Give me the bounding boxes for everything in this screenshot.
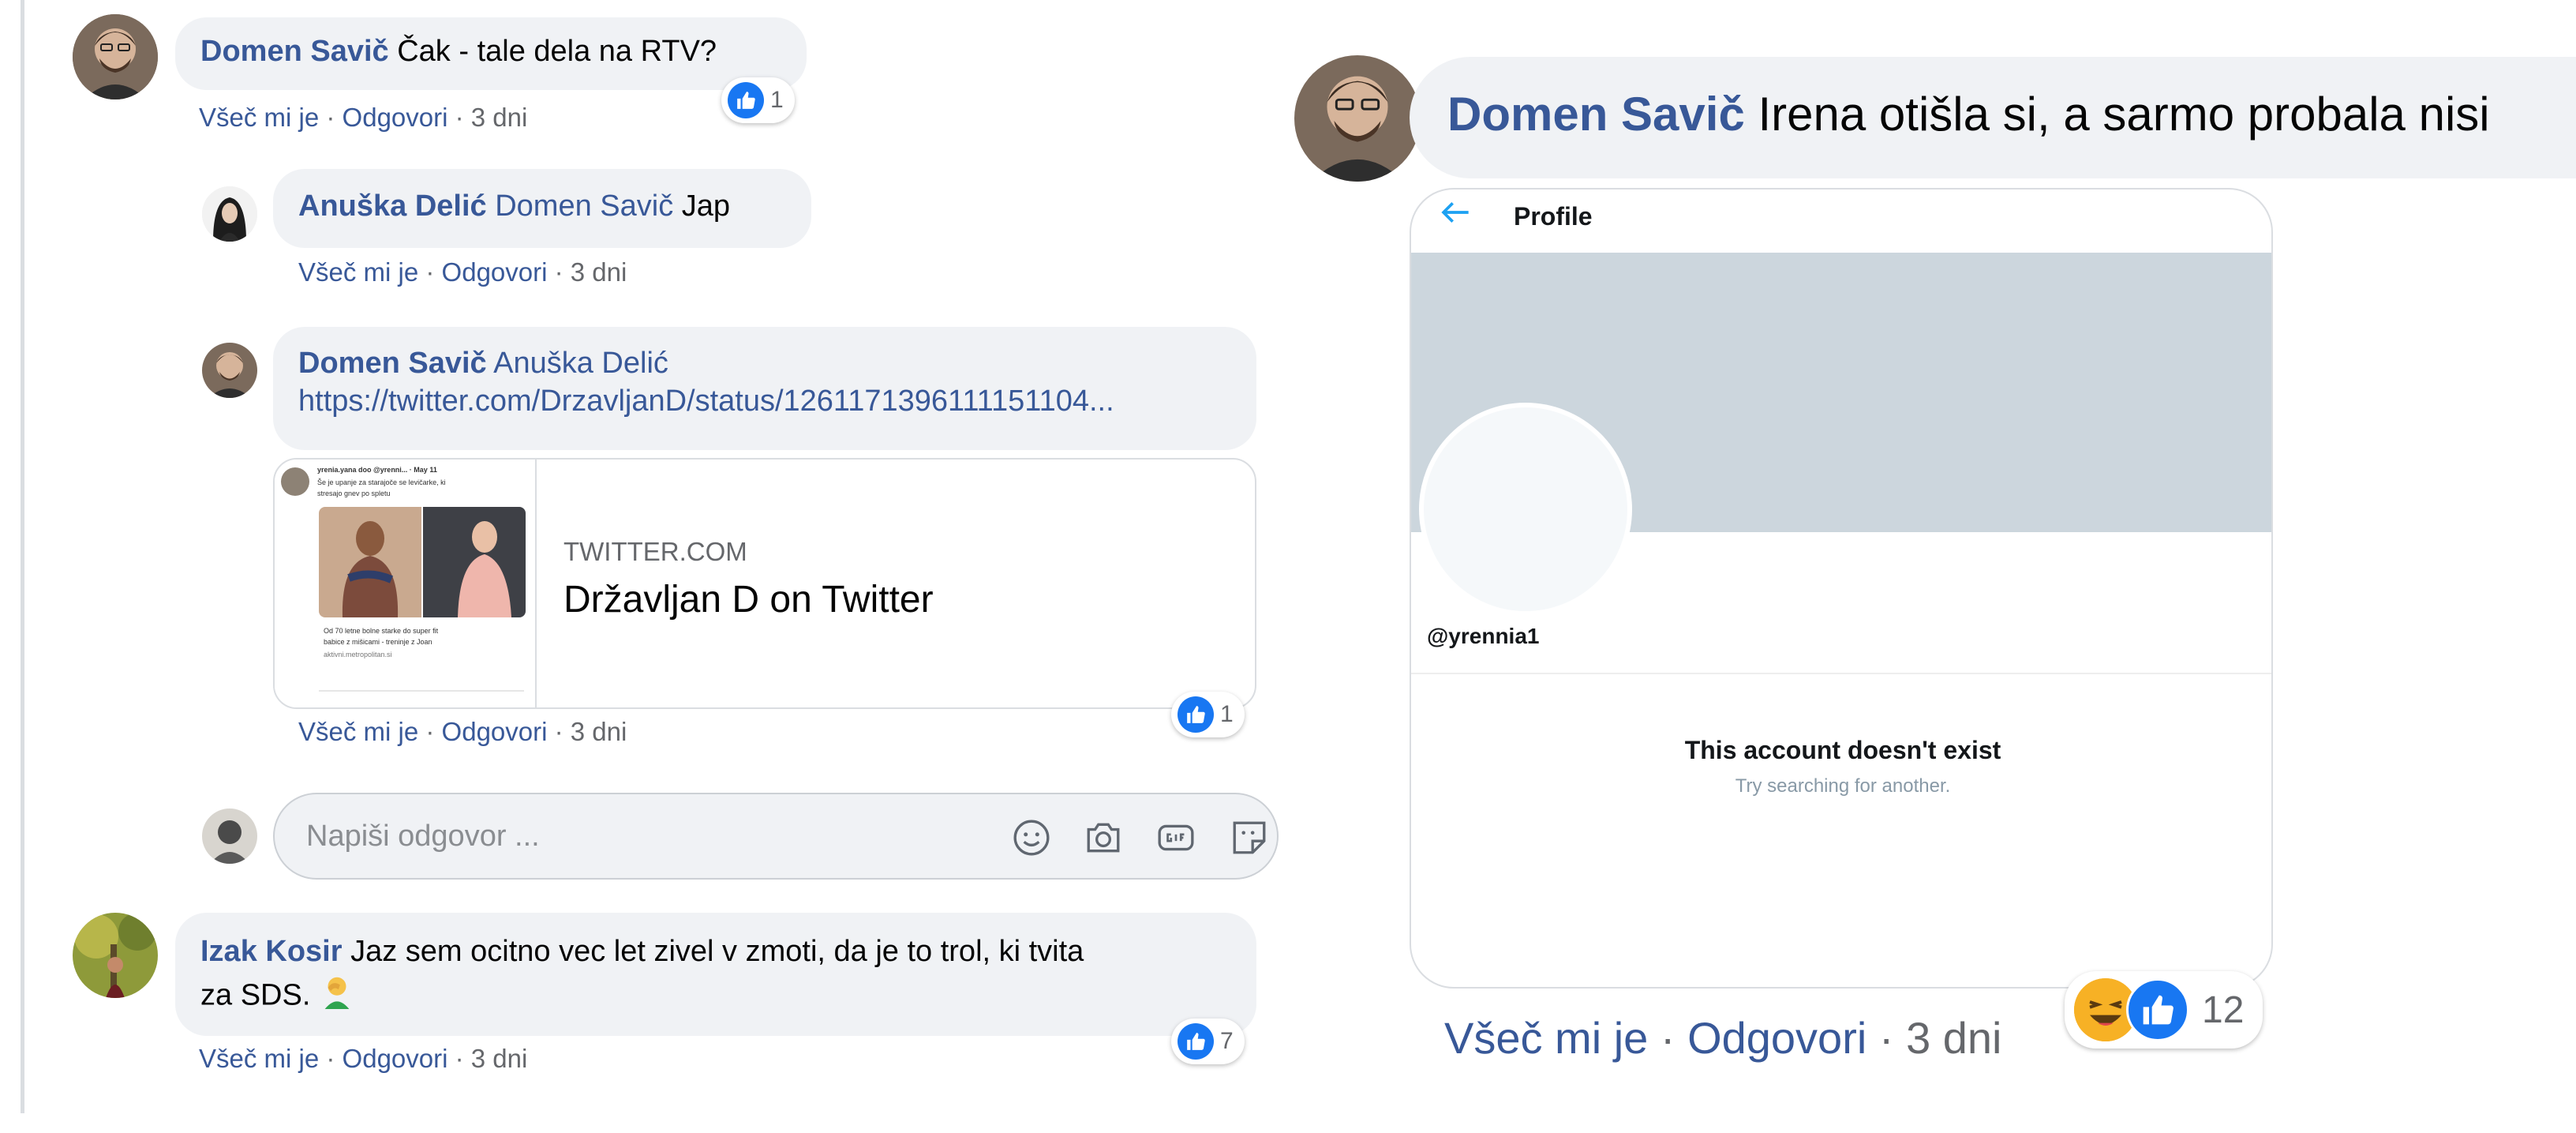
comment-author[interactable]: Izak Kosir (200, 935, 343, 968)
tweet-caption: Od 70 letne bolne starke do super fit (324, 627, 439, 635)
tweet-actions-icon (319, 690, 524, 692)
mention-tag[interactable]: Anuška Delić (493, 347, 668, 380)
facepalm-emoji-icon (319, 973, 355, 1021)
reaction-count[interactable]: 12 (2065, 971, 2263, 1049)
attached-image[interactable]: Profile @yrennia1 This account doesn't e… (1410, 188, 2273, 989)
comment-author[interactable]: Domen Savič (200, 35, 389, 68)
reply-author[interactable]: Anuška Delić (298, 189, 487, 223)
profile-header-title: Profile (1514, 202, 1593, 231)
account-missing-message: This account doesn't exist (1684, 736, 2001, 764)
reply-link[interactable]: Odgovori (442, 257, 548, 287)
reply-meta: Všeč mi je · Odgovori · 3 dni (298, 257, 627, 287)
preview-title: Državljan D on Twitter (564, 579, 934, 621)
link-preview-card[interactable]: yrenia.yana doo @yrenni... · May 11 Še j… (273, 458, 1256, 709)
timestamp[interactable]: 3 dni (571, 717, 627, 746)
comment-text: za SDS. (200, 978, 311, 1012)
reaction-count[interactable]: 1 (721, 77, 795, 123)
person-avatar-icon (202, 186, 257, 242)
comment-meta: Všeč mi je · Odgovori · 3 dni (199, 1044, 528, 1073)
thread-rail (21, 0, 24, 1113)
like-reaction-icon (1178, 1023, 1214, 1060)
like-reaction-icon (728, 82, 764, 118)
comment-bubble: Domen Savič Čak - tale dela na RTV? (175, 17, 807, 90)
like-link[interactable]: Všeč mi je (298, 257, 418, 287)
avatar-domen-savic[interactable] (73, 14, 158, 99)
tweet-text-line: stresajo gnev po spletu (317, 490, 391, 497)
timestamp[interactable]: 3 dni (471, 103, 528, 132)
tweet-text-line: Še je upanje za starajoče se levičarke, … (317, 478, 446, 486)
preview-domain: TWITTER.COM (564, 537, 747, 566)
reply-bubble: Anuška Delić Domen Savič Jap (273, 169, 811, 248)
comment-meta: Všeč mi je · Odgovori · 3 dni (199, 103, 528, 132)
person-avatar-icon (73, 14, 158, 99)
person-avatar-icon (73, 913, 158, 998)
reply-bubble: Domen Savič Anuška Delić https://twitter… (273, 327, 1256, 450)
like-link[interactable]: Všeč mi je (199, 103, 319, 132)
tweet-thumbnail: yrenia.yana doo @yrenni... · May 11 Še j… (275, 460, 537, 707)
tweet-image (319, 507, 526, 617)
reply-input-placeholder: Napiši odgovor ... (306, 820, 540, 853)
person-avatar-icon (202, 343, 257, 398)
like-link[interactable]: Všeč mi je (199, 1044, 319, 1073)
camera-icon[interactable] (1083, 818, 1124, 861)
comment-meta: Všeč mi je · Odgovori · 3 dni (1444, 1013, 2002, 1063)
timestamp[interactable]: 3 dni (471, 1044, 528, 1073)
shared-url-link[interactable]: https://twitter.com/DrzavljanD/status/12… (298, 382, 1231, 420)
avatar-domen-savic[interactable] (1294, 55, 1421, 182)
reaction-count[interactable]: 1 (1171, 692, 1245, 737)
person-avatar-icon (202, 808, 257, 864)
reply-meta: Všeč mi je · Odgovori · 3 dni (298, 717, 627, 746)
reply-link[interactable]: Odgovori (442, 717, 548, 746)
avatar-current-user (202, 808, 257, 864)
comment-author[interactable]: Domen Savič (1447, 88, 1745, 141)
timestamp[interactable]: 3 dni (571, 257, 627, 287)
reply-text: Jap (681, 189, 731, 223)
back-arrow-icon (1440, 201, 1471, 228)
comment-text: Jaz sem ocitno vec let zivel v zmoti, da… (350, 935, 1084, 968)
profile-avatar-placeholder (1419, 403, 1632, 616)
comment-text: Irena otišla si, a sarmo probala nisi (1758, 88, 2490, 141)
tweet-avatar (281, 467, 309, 496)
tweet-link: aktivni.metropolitan.si (324, 651, 392, 658)
like-link[interactable]: Všeč mi je (298, 717, 418, 746)
comment-bubble: Domen Savič Irena otišla si, a sarmo pro… (1410, 57, 2576, 178)
person-avatar-icon (1294, 55, 1421, 182)
like-link[interactable]: Všeč mi je (1444, 1013, 1648, 1063)
reply-link[interactable]: Odgovori (343, 1044, 448, 1073)
reply-author[interactable]: Domen Savič (298, 347, 487, 380)
like-reaction-icon (2126, 978, 2189, 1041)
tweet-caption: babice z mišicami - treninje z Joan (324, 638, 432, 646)
avatar-izak-kosir[interactable] (73, 913, 158, 998)
sticker-icon[interactable] (1230, 818, 1269, 861)
like-reaction-icon (1178, 696, 1214, 733)
comment-text: Čak - tale dela na RTV? (397, 35, 717, 68)
avatar-domen-savic[interactable] (202, 343, 257, 398)
avatar-anuska-delic[interactable] (202, 186, 257, 242)
profile-handle: @yrennia1 (1427, 624, 1540, 648)
account-missing-submessage: Try searching for another. (1735, 775, 1951, 797)
emoji-icon[interactable] (1012, 818, 1051, 861)
mention-tag[interactable]: Domen Savič (495, 189, 673, 223)
divider (1411, 673, 2271, 674)
timestamp[interactable]: 3 dni (1906, 1013, 2001, 1063)
tweet-header: yrenia.yana doo @yrenni... · May 11 (317, 466, 437, 474)
reply-input-field[interactable]: Napiši odgovor ... (273, 793, 1279, 880)
reply-link[interactable]: Odgovori (1687, 1013, 1866, 1063)
reaction-count[interactable]: 7 (1171, 1019, 1245, 1064)
reply-link[interactable]: Odgovori (343, 103, 448, 132)
comment-bubble: Izak Kosir Jaz sem ocitno vec let zivel … (175, 913, 1256, 1036)
gif-icon[interactable] (1155, 818, 1196, 861)
